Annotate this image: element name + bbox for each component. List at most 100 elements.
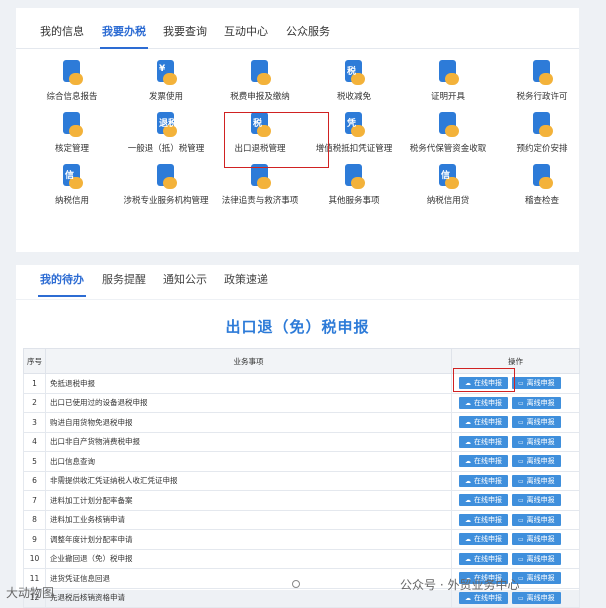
subtab-bar: 我的待办 服务提醒 通知公示 政策速递	[16, 265, 579, 299]
row-ops: ☁ 在线申报 ▭ 离线申报	[451, 470, 580, 491]
offline-declare-button[interactable]: ▭ 离线申报	[512, 435, 561, 448]
row-item: 出口非自产货物消费税申报	[45, 431, 452, 452]
monitor-icon: ▭	[518, 419, 524, 427]
row-number: 8	[23, 509, 46, 530]
row-item: 进货凭证信息回退	[45, 568, 452, 589]
offline-declare-button[interactable]: ▭ 离线申报	[512, 591, 561, 604]
cloud-icon: ☁	[465, 438, 471, 446]
icon-accent	[539, 73, 553, 85]
offline-label: 离线申报	[526, 574, 555, 583]
tab-tax-handling[interactable]: 我要办税	[100, 8, 148, 49]
cloud-icon: ☁	[465, 555, 471, 563]
service-label: 稽查检查	[524, 196, 559, 206]
cloud-icon: ☁	[465, 477, 471, 485]
offline-declare-button[interactable]: ▭ 离线申报	[512, 396, 561, 409]
online-declare-button[interactable]: ☁ 在线申报	[459, 396, 508, 409]
online-label: 在线申报	[474, 496, 502, 505]
offline-label: 离线申报	[526, 457, 555, 466]
offline-label: 离线申报	[526, 535, 555, 544]
row-item: 调整年度计划分配率申请	[45, 529, 452, 550]
row-ops: ☁ 在线申报 ▭ 离线申报	[451, 509, 580, 530]
online-declare-button[interactable]: ☁ 在线申报	[459, 513, 508, 526]
offline-declare-button[interactable]: ▭ 离线申报	[512, 377, 561, 390]
pager-dot[interactable]	[292, 580, 300, 588]
cloud-icon: ☁	[465, 536, 471, 544]
subtab-policy[interactable]: 政策速递	[224, 265, 268, 299]
search-icon	[527, 162, 557, 192]
table-row: 9 调整年度计划分配率申请 ☁ 在线申报 ▭ 离线申报	[23, 529, 580, 550]
monitor-icon: ▭	[518, 594, 524, 602]
icon-glyph: 税	[347, 67, 357, 77]
subtab-my-todo[interactable]: 我的待办	[38, 265, 86, 299]
offline-declare-button[interactable]: ▭ 离线申报	[512, 533, 561, 546]
table-row: 4 出口非自产货物消费税申报 ☁ 在线申报 ▭ 离线申报	[23, 431, 580, 452]
row-item: 购进自用货物免退税申报	[45, 412, 452, 433]
service-search[interactable]: 稽查检查	[482, 162, 602, 212]
row-number: 7	[23, 490, 46, 511]
online-declare-button[interactable]: ☁ 在线申报	[459, 455, 508, 468]
offline-declare-button[interactable]: ▭ 离线申报	[512, 455, 561, 468]
online-declare-button[interactable]: ☁ 在线申报	[459, 435, 508, 448]
page-title: 出口退（免）税申报	[225, 318, 370, 336]
online-declare-button[interactable]: ☁ 在线申报	[459, 533, 508, 546]
table-row: 8 进料加工业务核销申请 ☁ 在线申报 ▭ 离线申报	[23, 509, 580, 530]
cloud-icon: ☁	[465, 399, 471, 407]
service-label: 税务行政许可	[516, 92, 568, 102]
online-label: 在线申报	[474, 593, 502, 602]
offline-label: 离线申报	[526, 398, 555, 407]
table-row: 6 非需提供收汇凭证纳税人收汇凭证申报 ☁ 在线申报 ▭ 离线申报	[23, 470, 580, 491]
tab-my-info[interactable]: 我的信息	[40, 8, 84, 48]
offline-label: 离线申报	[526, 496, 555, 505]
offline-label: 离线申报	[526, 554, 555, 563]
online-label: 在线申报	[474, 418, 502, 427]
cloud-icon: ☁	[465, 419, 471, 427]
offline-label: 离线申报	[526, 476, 555, 485]
service-calendar[interactable]: 预约定价安排	[482, 110, 602, 160]
online-label: 在线申报	[474, 515, 502, 524]
row-item: 非需提供收汇凭证纳税人收汇凭证申报	[45, 470, 452, 491]
online-declare-button[interactable]: ☁ 在线申报	[459, 552, 508, 565]
offline-label: 离线申报	[526, 515, 555, 524]
service-permit[interactable]: 税务行政许可	[482, 58, 602, 108]
table-row: 10 企业撤回退（免）税申报 ☁ 在线申报 ▭ 离线申报	[23, 548, 580, 569]
online-declare-button[interactable]: ☁ 在线申报	[459, 474, 508, 487]
icon-glyph: 退税	[159, 119, 178, 129]
subtab-service-reminder[interactable]: 服务提醒	[102, 265, 146, 299]
icon-glyph: 凭	[347, 119, 357, 129]
cloud-icon: ☁	[465, 458, 471, 466]
offline-label: 离线申报	[526, 593, 555, 602]
top-tabs: 我的信息 我要办税 我要查询 互动中心 公众服务	[16, 8, 579, 49]
cloud-icon: ☁	[465, 516, 471, 524]
row-item: 出口信息查询	[45, 451, 452, 472]
icon-accent	[539, 177, 553, 189]
certificate-icon	[433, 58, 463, 88]
offline-declare-button[interactable]: ▭ 离线申报	[512, 416, 561, 429]
tab-interaction[interactable]: 互动中心	[224, 8, 268, 48]
monitor-icon: ▭	[518, 380, 524, 388]
highlight-online-declare	[453, 368, 515, 392]
highlight-export-refund	[224, 112, 329, 168]
invoice-icon: ¥	[151, 58, 181, 88]
monitor-icon: ▭	[518, 458, 524, 466]
watermark-left: 大动物图	[6, 586, 55, 600]
tab-query[interactable]: 我要查询	[163, 8, 207, 48]
row-number: 3	[23, 412, 46, 433]
offline-declare-button[interactable]: ▭ 离线申报	[512, 494, 561, 507]
custody-fund-icon	[433, 110, 463, 140]
offline-declare-button[interactable]: ▭ 离线申报	[512, 552, 561, 565]
row-item: 出口已使用过的设备退税申报	[45, 392, 452, 413]
monitor-icon: ▭	[518, 438, 524, 446]
tab-public-service[interactable]: 公众服务	[286, 8, 330, 48]
online-declare-button[interactable]: ☁ 在线申报	[459, 494, 508, 507]
online-declare-button[interactable]: ☁ 在线申报	[459, 591, 508, 604]
offline-declare-button[interactable]: ▭ 离线申报	[512, 474, 561, 487]
row-item: 进料加工计划分配率备案	[45, 490, 452, 511]
subtab-notice[interactable]: 通知公示	[163, 265, 207, 299]
row-number: 1	[23, 373, 46, 394]
offline-declare-button[interactable]: ▭ 离线申报	[512, 513, 561, 526]
monitor-icon: ▭	[518, 516, 524, 524]
table-row: 7 进料加工计划分配率备案 ☁ 在线申报 ▭ 离线申报	[23, 490, 580, 511]
approval-icon	[57, 110, 87, 140]
online-declare-button[interactable]: ☁ 在线申报	[459, 416, 508, 429]
cloud-icon: ☁	[465, 497, 471, 505]
